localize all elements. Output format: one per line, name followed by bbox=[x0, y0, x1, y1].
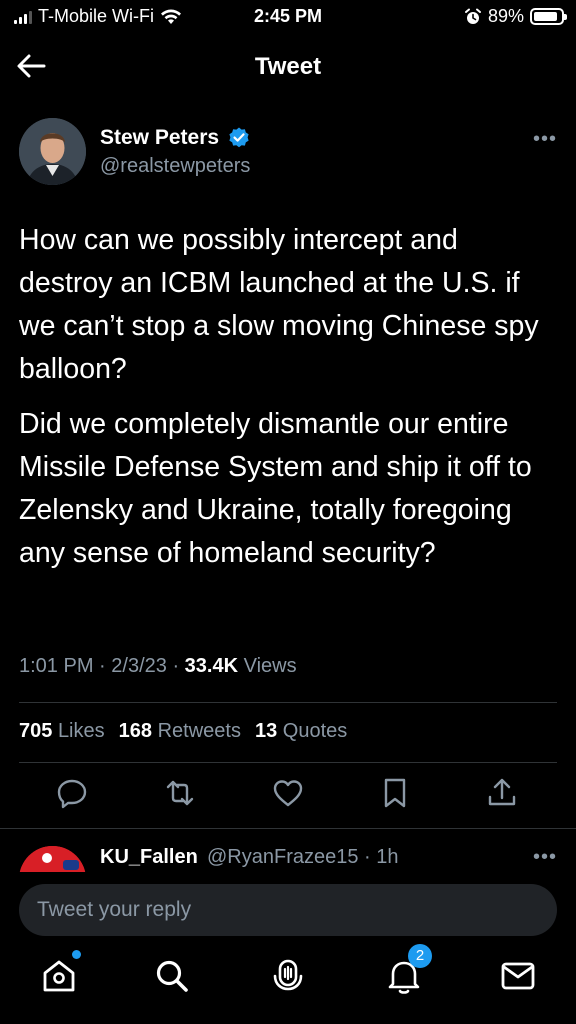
tweet-meta: 1:01 PM · 2/3/23 · 33.4K Views bbox=[19, 655, 297, 678]
more-icon[interactable]: ••• bbox=[533, 846, 557, 869]
author-name-row: Stew Peters bbox=[100, 126, 251, 150]
bottom-tab-bar: 2 bbox=[0, 944, 576, 1024]
likes-label: Likes bbox=[57, 720, 105, 742]
quotes-count: 13 bbox=[254, 720, 278, 742]
quotes-stat[interactable]: 13 Quotes bbox=[255, 720, 347, 743]
quotes-label: Quotes bbox=[282, 720, 348, 742]
engagement-stats: 705 Likes 168 Retweets 13 Quotes bbox=[19, 720, 347, 743]
likes-stat[interactable]: 705 Likes bbox=[19, 720, 105, 743]
meta-separator: · bbox=[172, 655, 185, 677]
top-navigation: Tweet bbox=[0, 38, 576, 94]
battery-percent: 89% bbox=[487, 6, 524, 26]
like-icon[interactable] bbox=[271, 776, 305, 810]
tab-search[interactable] bbox=[150, 954, 194, 998]
share-icon[interactable] bbox=[485, 776, 519, 810]
retweet-icon[interactable] bbox=[163, 776, 197, 810]
tweet-date[interactable]: 2/3/23 bbox=[111, 655, 167, 677]
reply-box bbox=[19, 884, 557, 936]
reply-avatar[interactable] bbox=[19, 846, 86, 872]
author-handle[interactable]: @realstewpeters bbox=[100, 155, 250, 178]
search-icon bbox=[156, 960, 188, 992]
status-bar: T-Mobile Wi-Fi 2:45 PM 89% bbox=[0, 0, 576, 34]
divider bbox=[19, 702, 557, 703]
tab-notifications[interactable]: 2 bbox=[382, 944, 432, 998]
views-count: 33.4K bbox=[184, 655, 239, 677]
retweets-count: 168 bbox=[118, 720, 153, 742]
reply-author-name[interactable]: KU_Fallen bbox=[100, 846, 198, 869]
home-unread-dot bbox=[72, 950, 81, 959]
tab-home[interactable] bbox=[37, 950, 81, 998]
meta-separator: · bbox=[99, 655, 112, 677]
author-avatar[interactable] bbox=[19, 118, 86, 185]
reply-author-handle[interactable]: @RyanFrazee15 · 1h bbox=[207, 846, 399, 869]
reply-input[interactable] bbox=[19, 884, 557, 936]
tweet-author: Stew Peters @realstewpeters ••• bbox=[19, 118, 557, 190]
spaces-icon bbox=[273, 959, 303, 991]
tweet-paragraph: Did we completely dismantle our entire M… bbox=[19, 408, 532, 569]
views-label: Views bbox=[243, 655, 297, 677]
page-title: Tweet bbox=[254, 53, 322, 80]
tweet-actions bbox=[19, 776, 557, 816]
home-icon bbox=[43, 960, 75, 992]
battery-icon bbox=[530, 8, 567, 25]
retweets-stat[interactable]: 168 Retweets bbox=[119, 720, 241, 743]
messages-icon bbox=[501, 962, 535, 990]
likes-count: 705 bbox=[19, 720, 53, 742]
retweets-label: Retweets bbox=[157, 720, 241, 742]
tab-messages[interactable] bbox=[496, 954, 540, 998]
tweet-text: How can we possibly intercept and destro… bbox=[19, 219, 559, 575]
bookmark-icon[interactable] bbox=[378, 776, 412, 810]
tab-spaces[interactable] bbox=[266, 954, 310, 998]
more-icon[interactable]: ••• bbox=[533, 128, 557, 151]
alarm-icon bbox=[464, 8, 481, 24]
verified-badge-icon bbox=[229, 127, 249, 148]
tweet-time[interactable]: 1:01 PM bbox=[19, 655, 93, 677]
divider bbox=[19, 762, 557, 763]
status-right: 89% bbox=[464, 6, 567, 27]
author-name[interactable]: Stew Peters bbox=[100, 126, 219, 150]
reply-icon[interactable] bbox=[55, 776, 89, 810]
tweet-detail-screen: T-Mobile Wi-Fi 2:45 PM 89% Tweet Stew Pe… bbox=[0, 0, 576, 1024]
reply-preview[interactable]: KU_Fallen @RyanFrazee15 · 1h ••• bbox=[0, 828, 576, 872]
tweet-paragraph: How can we possibly intercept and destro… bbox=[19, 224, 539, 385]
notifications-badge: 2 bbox=[408, 944, 432, 968]
